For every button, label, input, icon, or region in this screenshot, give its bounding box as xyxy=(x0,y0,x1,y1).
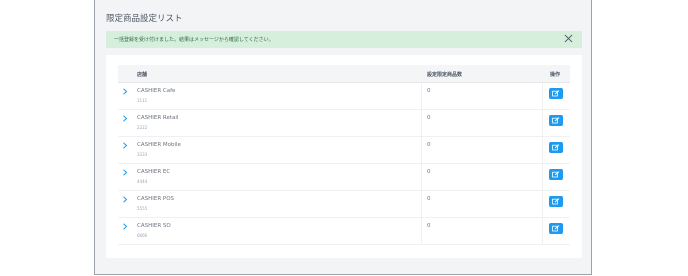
limited-product-count: 0 xyxy=(427,142,431,148)
edit-icon xyxy=(552,198,560,205)
edit-button[interactable] xyxy=(549,196,563,207)
edit-icon xyxy=(552,225,560,232)
store-name: CASHIER Mobile xyxy=(137,142,181,148)
limited-product-count: 0 xyxy=(427,223,431,229)
edit-button[interactable] xyxy=(549,223,563,234)
store-code: 6666 xyxy=(137,233,148,238)
edit-button[interactable] xyxy=(549,169,563,180)
column-divider xyxy=(542,137,543,164)
column-divider xyxy=(542,164,543,191)
column-divider xyxy=(542,191,543,218)
table-row[interactable]: CASHIER POS 5555 0 xyxy=(118,191,570,218)
column-divider xyxy=(542,110,543,137)
close-icon[interactable] xyxy=(564,34,573,43)
table-row[interactable]: CASHIER SO 6666 0 xyxy=(118,218,570,245)
store-name: CASHIER SO xyxy=(137,223,171,229)
chevron-right-icon[interactable] xyxy=(122,196,128,203)
limited-product-count: 0 xyxy=(427,169,431,175)
table-row[interactable]: CASHIER EC 4444 0 xyxy=(118,164,570,191)
alert-message: 一括登録を受け付けました。結果はメッセージから確認してください。 xyxy=(114,37,274,43)
success-alert: 一括登録を受け付けました。結果はメッセージから確認してください。 xyxy=(106,31,582,48)
edit-button[interactable] xyxy=(549,142,563,153)
store-code: 3333 xyxy=(137,152,148,157)
column-divider xyxy=(421,164,422,191)
column-divider xyxy=(542,83,543,110)
column-divider xyxy=(542,218,543,245)
table-row[interactable]: CASHIER Mobile 3333 0 xyxy=(118,137,570,164)
edit-icon xyxy=(552,117,560,124)
chevron-right-icon[interactable] xyxy=(122,223,128,230)
edit-icon xyxy=(552,171,560,178)
chevron-right-icon[interactable] xyxy=(122,142,128,149)
table-row[interactable]: CASHIER Cafe 1111 0 xyxy=(118,83,570,110)
chevron-right-icon[interactable] xyxy=(122,115,128,122)
store-code: 2222 xyxy=(137,125,148,130)
page-title: 限定商品設定リスト xyxy=(106,14,183,24)
column-header-store: 店舗 xyxy=(137,72,148,78)
column-divider xyxy=(421,218,422,245)
column-header-actions: 操作 xyxy=(550,72,561,78)
column-divider xyxy=(421,110,422,137)
column-header-limited-count: 設定限定商品数 xyxy=(427,72,463,78)
store-name: CASHIER EC xyxy=(137,169,171,175)
limited-product-count: 0 xyxy=(427,115,431,121)
column-divider xyxy=(421,83,422,110)
store-code: 5555 xyxy=(137,206,148,211)
column-divider xyxy=(421,191,422,218)
edit-button[interactable] xyxy=(549,88,563,99)
limited-product-count: 0 xyxy=(427,196,431,202)
edit-icon xyxy=(552,144,560,151)
edit-icon xyxy=(552,90,560,97)
chevron-right-icon[interactable] xyxy=(122,169,128,176)
store-table-card: 店舗 設定限定商品数 操作 CASHIER Cafe 1111 0 CASHIER R… xyxy=(106,55,582,258)
edit-button[interactable] xyxy=(549,115,563,126)
table-header: 店舗 設定限定商品数 操作 xyxy=(118,65,570,83)
store-name: CASHIER Cafe xyxy=(137,88,176,94)
store-name: CASHIER Retail xyxy=(137,115,179,121)
column-divider xyxy=(421,137,422,164)
store-name: CASHIER POS xyxy=(137,196,175,202)
main-panel: 限定商品設定リスト 一括登録を受け付けました。結果はメッセージから確認してくださ… xyxy=(94,0,592,275)
table-row[interactable]: CASHIER Retail 2222 0 xyxy=(118,110,570,137)
limited-product-count: 0 xyxy=(427,88,431,94)
chevron-right-icon[interactable] xyxy=(122,88,128,95)
store-code: 1111 xyxy=(137,98,148,103)
store-code: 4444 xyxy=(137,179,148,184)
